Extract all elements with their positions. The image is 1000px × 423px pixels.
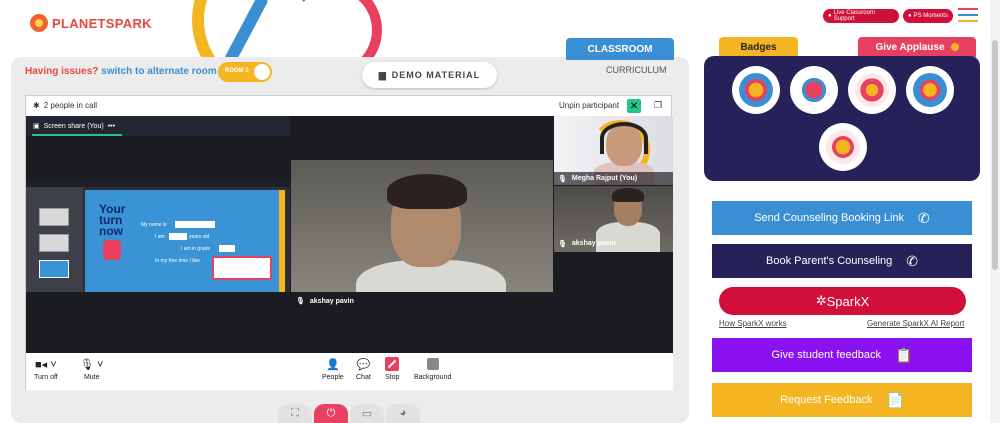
robot-icon: [103, 240, 121, 260]
tab-classroom[interactable]: CLASSROOM: [566, 38, 674, 60]
send-counseling-link-button[interactable]: Send Counseling Booking Link ✆: [712, 201, 972, 235]
camera-icon: ■◂ ˅: [35, 358, 57, 371]
book-parent-counseling-button[interactable]: Book Parent's Counseling ✆: [712, 244, 972, 278]
camera-toggle-button[interactable]: ■◂ ˅ Turn off: [34, 356, 58, 382]
microphone-icon: 🎙 ˅: [80, 358, 104, 371]
give-student-feedback-button[interactable]: Give student feedback 📋: [712, 338, 972, 372]
unpin-participant-label: Unpin participant: [559, 101, 620, 110]
document-icon: 📄: [886, 391, 904, 408]
toggle-knob: [254, 64, 270, 80]
mute-button[interactable]: 🎙 ˅ Mute: [80, 356, 104, 382]
page-scrollbar[interactable]: [990, 0, 1000, 423]
people-button[interactable]: 👤 People: [322, 356, 344, 382]
call-header: ✱ 2 people in call Unpin participant ✕ ❐: [26, 96, 671, 116]
participant-caption: 🎙 Megha Rajput (You): [554, 172, 673, 185]
live-support-button[interactable]: ● Live Classroom Support: [823, 9, 899, 23]
ps-moments-icon: ●: [908, 13, 912, 19]
background-icon: [426, 358, 439, 370]
slide-thumbnail: [39, 208, 69, 226]
chat-icon: 💬: [356, 358, 371, 371]
phone-icon: ✆: [918, 209, 930, 226]
microphone-icon: 🎙: [558, 240, 567, 248]
window-switch-icon[interactable]: ❐: [654, 100, 662, 111]
slide-thumbnails: [26, 187, 83, 292]
sparkx-button[interactable]: ✲ SparkX: [719, 287, 966, 315]
issue-prefix: Having issues?: [25, 66, 99, 77]
phone-icon: ✆: [906, 252, 918, 269]
people-count: ✱ 2 people in call: [33, 101, 98, 110]
participant-tile[interactable]: 🎙 Megha Rajput (You): [554, 116, 673, 185]
clipboard-icon: 📋: [895, 346, 913, 363]
fullscreen-icon[interactable]: ⛶: [278, 404, 312, 423]
power-end-icon[interactable]: ⏻: [314, 404, 348, 423]
main-participant-caption: 🎙 akshay pavin: [291, 292, 553, 310]
screen-share-icon: ▣: [33, 123, 40, 130]
participant-caption: 🎙 akshay pavin: [558, 240, 616, 248]
microphone-icon: 🎙: [296, 298, 305, 305]
background-button[interactable]: Background: [414, 356, 451, 381]
palette-icon[interactable]: ◕: [386, 404, 420, 423]
request-feedback-button[interactable]: Request Feedback 📄: [712, 383, 972, 417]
idea-badge-icon[interactable]: [906, 66, 954, 114]
video-call-window: ✱ 2 people in call Unpin participant ✕ ❐…: [25, 95, 673, 390]
video-stage: ▣ Screen share (You) ••• Your turn now M…: [26, 116, 673, 353]
applause-icon: [950, 43, 959, 51]
menu-hamburger-icon[interactable]: [958, 8, 978, 22]
slide-heading: Your turn now: [99, 202, 126, 238]
logo-mascot-icon: [30, 14, 48, 32]
participant-tile[interactable]: 🎙 akshay pavin: [554, 186, 673, 252]
sparkx-icon: ✲: [815, 293, 827, 308]
meditation-badge-icon[interactable]: [848, 66, 896, 114]
screen-share-active-indicator: [32, 134, 122, 136]
more-options-icon[interactable]: •••: [108, 123, 115, 130]
tab-curriculum[interactable]: CURRICULUM: [606, 65, 667, 75]
chat-button[interactable]: 💬 Chat: [356, 356, 371, 382]
switch-room-link[interactable]: switch to alternate room: [101, 66, 217, 77]
screen-share-bar: ▣ Screen share (You) •••: [26, 116, 290, 136]
hand-raise-badge-icon[interactable]: [790, 66, 838, 114]
call-controls: ■◂ ˅ Turn off 🎙 ˅ Mute 👤 People 💬 Chat S…: [26, 353, 673, 390]
tab-badges[interactable]: Badges: [719, 37, 798, 57]
room-label: ROOM 2: [225, 68, 249, 74]
gear-icon[interactable]: ✱: [33, 101, 40, 110]
stop-share-icon: [385, 357, 400, 371]
brain-badge-icon[interactable]: [819, 123, 867, 171]
slide-thumbnail-active: [39, 260, 69, 278]
screen-icon[interactable]: ▭: [350, 404, 384, 423]
how-sparkx-works-link[interactable]: How SparkX works: [719, 319, 787, 328]
room-toggle[interactable]: ROOM 2: [218, 62, 272, 82]
ps-moments-button[interactable]: ● PS Moments: [903, 9, 953, 23]
planetspark-logo[interactable]: PLANETSPARK: [30, 14, 152, 32]
main-participant-video[interactable]: 🎙 akshay pavin: [291, 160, 553, 310]
people-icon: 👤: [326, 358, 340, 371]
demo-material-button[interactable]: ▆ DEMO MATERIAL: [362, 62, 497, 88]
stop-share-button[interactable]: Stop: [385, 356, 399, 381]
slide-thumbnail: [39, 234, 69, 252]
logo-text: PLANETSPARK: [52, 15, 152, 31]
scrollbar-thumb[interactable]: [992, 40, 998, 270]
tab-give-applause[interactable]: Give Applause: [858, 37, 976, 57]
folder-icon: ▆: [378, 69, 387, 80]
unpin-close-icon[interactable]: ✕: [627, 99, 641, 113]
current-slide: Your turn now My name is I am years old …: [85, 190, 285, 292]
generate-sparkx-report-link[interactable]: Generate SparkX AI Report: [867, 319, 964, 328]
issue-message: Having issues? switch to alternate room: [25, 66, 217, 77]
microphone-icon: 🎙: [558, 175, 567, 183]
trophy-badge-icon[interactable]: [732, 66, 780, 114]
shared-screen: Your turn now My name is I am years old …: [26, 180, 290, 292]
live-support-icon: ●: [828, 13, 832, 19]
